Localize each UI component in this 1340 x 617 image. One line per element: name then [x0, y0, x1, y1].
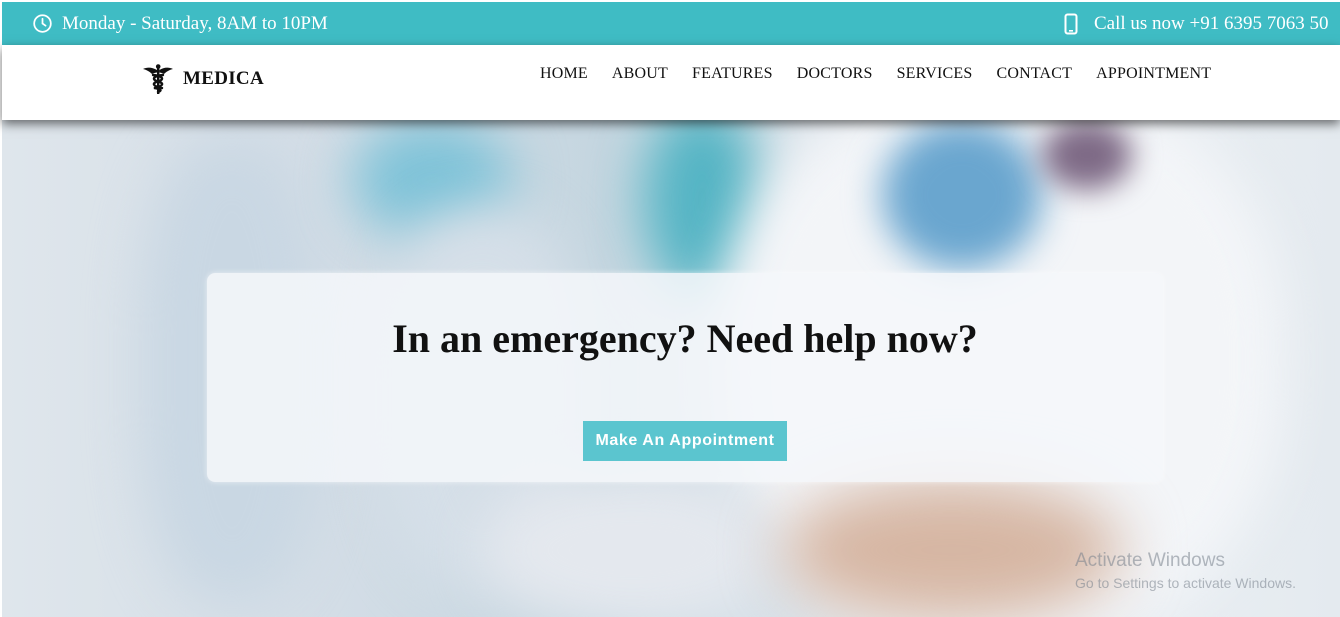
top-info-bar: Monday - Saturday, 8AM to 10PM Call us n… [2, 2, 1340, 45]
nav-contact[interactable]: CONTACT [996, 65, 1072, 83]
caduceus-icon [143, 64, 173, 94]
brand-logo[interactable]: MEDICA [142, 63, 264, 95]
watermark-subtitle: Go to Settings to activate Windows. [1075, 575, 1296, 591]
nav-appointment[interactable]: APPOINTMENT [1096, 65, 1211, 83]
call-us-text[interactable]: Call us now +91 6395 7063 50 [1094, 13, 1329, 35]
windows-activation-watermark: Activate Windows Go to Settings to activ… [1075, 550, 1296, 591]
nav-about[interactable]: ABOUT [612, 65, 668, 83]
nav-home[interactable]: HOME [540, 65, 588, 83]
nav-doctors[interactable]: DOCTORS [797, 65, 873, 83]
nav-features[interactable]: FEATURES [692, 65, 773, 83]
nav-services[interactable]: SERVICES [897, 65, 973, 83]
opening-hours: Monday - Saturday, 8AM to 10PM [32, 2, 328, 45]
hero-heading: In an emergency? Need help now? [392, 316, 978, 361]
hero-section: In an emergency? Need help now? Make An … [2, 120, 1340, 617]
main-navbar: MEDICA HOME ABOUT FEATURES DOCTORS SERVI… [2, 45, 1340, 120]
brand-name[interactable]: MEDICA [183, 68, 264, 90]
clock-icon [33, 14, 52, 33]
opening-hours-text: Monday - Saturday, 8AM to 10PM [62, 12, 328, 34]
primary-nav: HOME ABOUT FEATURES DOCTORS SERVICES CON… [540, 65, 1235, 83]
watermark-title: Activate Windows [1075, 550, 1225, 571]
emergency-card: In an emergency? Need help now? Make An … [207, 273, 1163, 482]
mobile-phone-icon [1064, 13, 1078, 34]
call-us[interactable]: Call us now +91 6395 7063 50 [1062, 2, 1329, 45]
make-appointment-button[interactable]: Make An Appointment [583, 421, 787, 461]
